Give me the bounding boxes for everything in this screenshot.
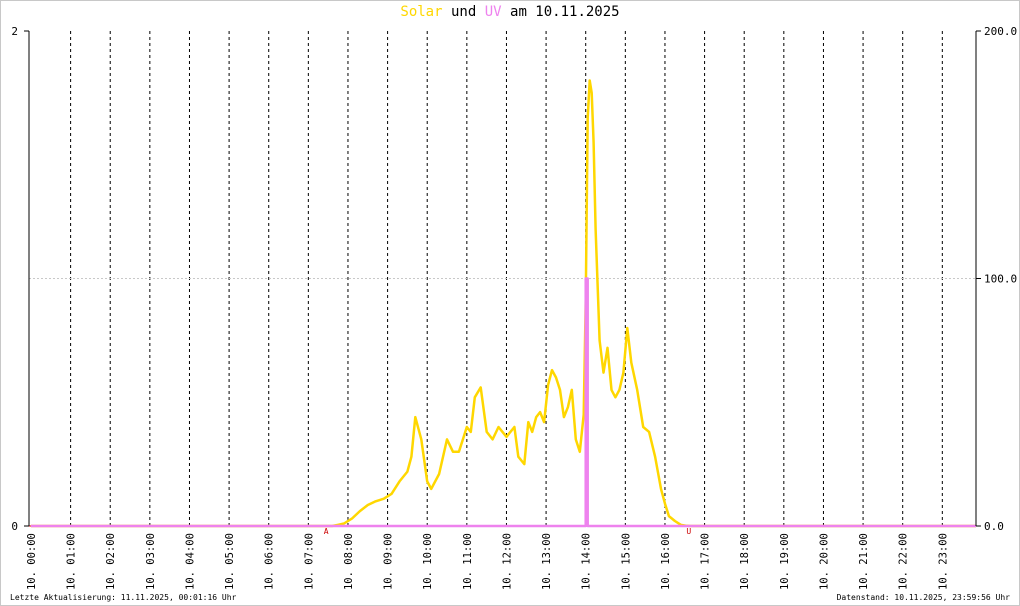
x-tick-label: 10. 22:00	[898, 533, 910, 590]
x-tick-label: 10. 20:00	[818, 533, 830, 590]
x-tick-label: 10. 23:00	[937, 533, 949, 590]
x-tick-label: 10. 07:00	[303, 533, 315, 590]
x-tick-label: 10. 02:00	[105, 533, 117, 590]
x-tick-label: 10. 03:00	[145, 533, 157, 590]
series-solar-line	[31, 79, 976, 528]
x-tick-label: 10. 00:00	[26, 533, 38, 590]
x-tick-label: 10. 13:00	[541, 533, 553, 590]
x-tick-label: 10. 06:00	[264, 533, 276, 590]
y-left-tick-label: 0	[11, 520, 18, 533]
data-status-text: Datenstand: 10.11.2025, 23:59:56 Uhr	[836, 593, 1010, 602]
y-left-tick-label: 2	[11, 25, 18, 38]
marker-u: U	[686, 527, 691, 536]
x-tick-label: 10. 01:00	[66, 533, 78, 590]
x-tick-label: 10. 11:00	[462, 533, 474, 590]
label-layer: 0 2 0.0 100.0 200.0 A U 10. 00:00 10. 01:00 10. 0…	[11, 25, 1017, 590]
x-tick-label: 10. 16:00	[660, 533, 672, 590]
x-tick-label: 10. 19:00	[779, 533, 791, 590]
x-tick-label: 10. 21:00	[858, 533, 870, 590]
x-tick-label: 10. 09:00	[383, 533, 395, 590]
x-tick-label: 10. 17:00	[700, 533, 712, 590]
x-tick-label: 10. 05:00	[224, 533, 236, 590]
chart-plot: 0 2 0.0 100.0 200.0 A U 10. 00:00 10. 01:00 10. 0…	[11, 25, 1017, 590]
x-tick-label: 10. 18:00	[739, 533, 751, 590]
x-tick-label: 10. 10:00	[422, 533, 434, 590]
x-tick-label: 10. 08:00	[343, 533, 355, 590]
last-update-text: Letzte Aktualisierung: 11.11.2025, 00:01…	[10, 593, 237, 602]
series-uv-line	[31, 277, 976, 528]
marker-a: A	[324, 527, 329, 536]
x-tick-label: 10. 14:00	[581, 533, 593, 590]
y-right-tick-label: 100.0	[984, 273, 1017, 286]
y-right-tick-label: 200.0	[984, 25, 1017, 38]
x-tick-label: 10. 12:00	[501, 533, 513, 590]
y-right-tick-label: 0.0	[984, 520, 1004, 533]
x-tick-label: 10. 15:00	[620, 533, 632, 590]
x-tick-label: 10. 04:00	[184, 533, 196, 590]
grid-layer	[29, 31, 976, 526]
series-layer	[29, 79, 976, 528]
